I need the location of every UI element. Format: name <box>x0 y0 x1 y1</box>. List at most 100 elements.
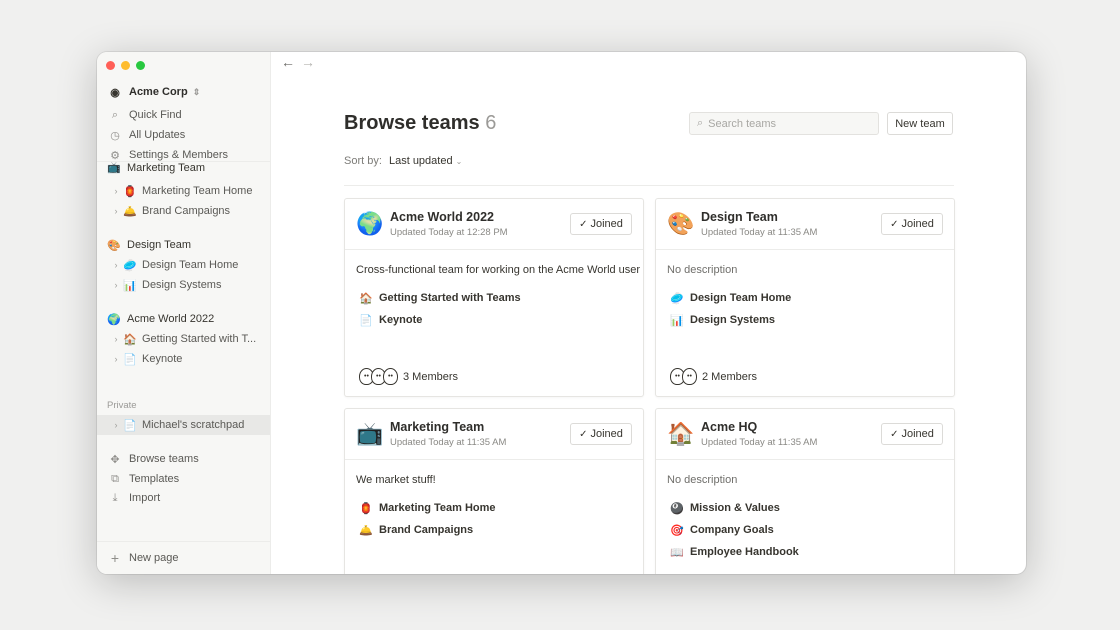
sidebar-page-brand-campaigns[interactable]: › 🛎️ Brand Campaigns <box>97 201 270 221</box>
gear-icon: ⚙ <box>110 149 120 162</box>
team-description: No description <box>667 264 738 276</box>
updated-timestamp: Updated Today at 11:35 AM <box>701 437 818 448</box>
sidebar-team-design[interactable]: 🎨 Design Team <box>97 235 270 255</box>
sidebar-item-import[interactable]: ⤓ Import <box>97 488 270 508</box>
sidebar-item-templates[interactable]: ⧉ Templates <box>97 469 270 489</box>
card-header: 📺 Marketing Team Updated Today at 11:35 … <box>345 409 643 460</box>
document-icon: 📄 <box>123 353 137 366</box>
target-icon: 🎯 <box>670 524 684 537</box>
team-page-link[interactable]: 🏮 Marketing Team Home <box>359 499 496 517</box>
back-arrow-icon[interactable]: ← <box>281 54 301 70</box>
new-page-label: New page <box>129 552 179 564</box>
team-page-link[interactable]: 🏠 Getting Started with Teams <box>359 289 521 307</box>
chevron-right-icon[interactable]: › <box>111 280 121 290</box>
team-card-acme-hq[interactable]: 🏠 Acme HQ Updated Today at 11:35 AM ✓ Joi… <box>655 408 955 574</box>
search-teams-input[interactable]: ⌕ Search teams <box>689 112 879 135</box>
eight-ball-icon: 🎱 <box>670 502 684 515</box>
globe-icon: 🌍 <box>356 211 384 236</box>
browse-teams-icon: ✥ <box>110 453 120 466</box>
card-header: 🎨 Design Team Updated Today at 11:35 AM … <box>656 199 954 250</box>
joined-button[interactable]: ✓ Joined <box>570 213 632 235</box>
team-name: Marketing Team <box>127 162 206 174</box>
sidebar-item-label: Import <box>129 492 161 504</box>
team-page-link[interactable]: 🛎️ Brand Campaigns <box>359 521 473 539</box>
new-team-button[interactable]: New team <box>887 112 953 135</box>
team-page-link[interactable]: 🎱 Mission & Values <box>670 499 780 517</box>
workspace-logo-icon: ◉ <box>110 86 120 99</box>
sidebar-page-design-systems[interactable]: › 📊 Design Systems <box>97 275 270 295</box>
sidebar-footer: + New page <box>97 541 270 574</box>
page-label: Keynote <box>142 353 183 365</box>
page-title: Browse teams 6 <box>344 112 496 135</box>
chevron-right-icon[interactable]: › <box>111 354 121 364</box>
search-icon: ⌕ <box>697 117 704 129</box>
page-label: Company Goals <box>690 524 774 536</box>
chevron-right-icon[interactable]: › <box>111 334 121 344</box>
sidebar-team-marketing[interactable]: 📺 Marketing Team <box>97 161 270 174</box>
page-label: Getting Started with Teams <box>379 292 521 304</box>
team-page-link[interactable]: 📖 Employee Handbook <box>670 543 799 561</box>
members-link[interactable]: •• •• •• 3 Members <box>359 368 458 385</box>
chevron-right-icon[interactable]: › <box>111 206 121 216</box>
page-label: Marketing Team Home <box>142 185 253 197</box>
team-page-link[interactable]: 📊 Design Systems <box>670 311 775 329</box>
page-label: Brand Campaigns <box>142 205 231 217</box>
new-page-button[interactable]: + New page <box>97 548 270 568</box>
page-label: Marketing Team Home <box>379 502 496 514</box>
zoom-window-button[interactable] <box>136 61 145 70</box>
divider <box>344 185 954 186</box>
minimize-window-button[interactable] <box>121 61 130 70</box>
team-page-link[interactable]: 📄 Keynote <box>359 311 422 329</box>
chevron-right-icon[interactable]: › <box>111 420 121 430</box>
chevron-right-icon[interactable]: › <box>111 260 121 270</box>
sidebar-team-acme-world[interactable]: 🌍 Acme World 2022 <box>97 309 270 329</box>
updated-timestamp: Updated Today at 11:35 AM <box>390 437 507 448</box>
joined-button[interactable]: ✓ Joined <box>881 423 943 445</box>
team-description: We market stuff! <box>356 474 436 486</box>
team-name[interactable]: Design Team <box>701 210 778 224</box>
team-name[interactable]: Marketing Team <box>390 420 484 434</box>
globe-icon: 🌍 <box>107 313 121 326</box>
joined-label: Joined <box>901 428 934 440</box>
team-card-design[interactable]: 🎨 Design Team Updated Today at 11:35 AM … <box>655 198 955 397</box>
check-icon: ✓ <box>890 218 899 230</box>
team-name[interactable]: Acme World 2022 <box>390 210 494 224</box>
sidebar-page-scratchpad[interactable]: › 📄 Michael's scratchpad <box>97 415 270 435</box>
document-icon: 📄 <box>359 314 373 327</box>
sidebar-page-design-home[interactable]: › 🥏 Design Team Home <box>97 255 270 275</box>
close-window-button[interactable] <box>106 61 115 70</box>
sidebar-page-getting-started[interactable]: › 🏠 Getting Started with T... <box>97 329 270 349</box>
window-controls <box>106 61 145 70</box>
page-label: Design Systems <box>690 314 775 326</box>
members-link[interactable]: •• •• 2 Members <box>670 368 757 385</box>
sidebar-item-all-updates[interactable]: ◷ All Updates <box>97 125 270 145</box>
team-card-marketing[interactable]: 📺 Marketing Team Updated Today at 11:35 … <box>344 408 644 574</box>
page-title-text: Browse teams <box>344 112 480 134</box>
team-description: Cross-functional team for working on the… <box>356 264 641 276</box>
team-name[interactable]: Acme HQ <box>701 420 757 434</box>
page-label: Design Team Home <box>142 259 239 271</box>
forward-arrow-icon[interactable]: → <box>301 54 321 70</box>
sidebar-page-keynote[interactable]: › 📄 Keynote <box>97 349 270 369</box>
sidebar-item-quick-find[interactable]: ⌕ Quick Find <box>97 105 270 125</box>
sidebar-item-label: All Updates <box>129 129 186 141</box>
card-header: 🌍 Acme World 2022 Updated Today at 12:28… <box>345 199 643 250</box>
team-card-acme-world[interactable]: 🌍 Acme World 2022 Updated Today at 12:28… <box>344 198 644 397</box>
clock-icon: ◷ <box>110 129 120 142</box>
sidebar-item-browse-teams[interactable]: ✥ Browse teams <box>97 449 270 469</box>
team-page-link[interactable]: 🎯 Company Goals <box>670 521 774 539</box>
sort-value[interactable]: Last updated <box>389 155 453 167</box>
workspace-switcher[interactable]: ◉ Acme Corp ⇕ <box>97 82 270 102</box>
sidebar-page-marketing-home[interactable]: › 🏮 Marketing Team Home <box>97 181 270 201</box>
chevron-right-icon[interactable]: › <box>111 186 121 196</box>
palette-icon: 🎨 <box>107 239 121 252</box>
tv-icon: 📺 <box>107 162 121 174</box>
bell-icon: 🛎️ <box>123 205 137 218</box>
sort-by-control[interactable]: Sort by: Last updated ⌄ <box>344 155 462 167</box>
chart-icon: 📊 <box>123 279 137 292</box>
team-page-link[interactable]: 🥏 Design Team Home <box>670 289 791 307</box>
joined-button[interactable]: ✓ Joined <box>881 213 943 235</box>
page-label: Design Team Home <box>690 292 792 304</box>
templates-icon: ⧉ <box>111 472 119 485</box>
joined-button[interactable]: ✓ Joined <box>570 423 632 445</box>
